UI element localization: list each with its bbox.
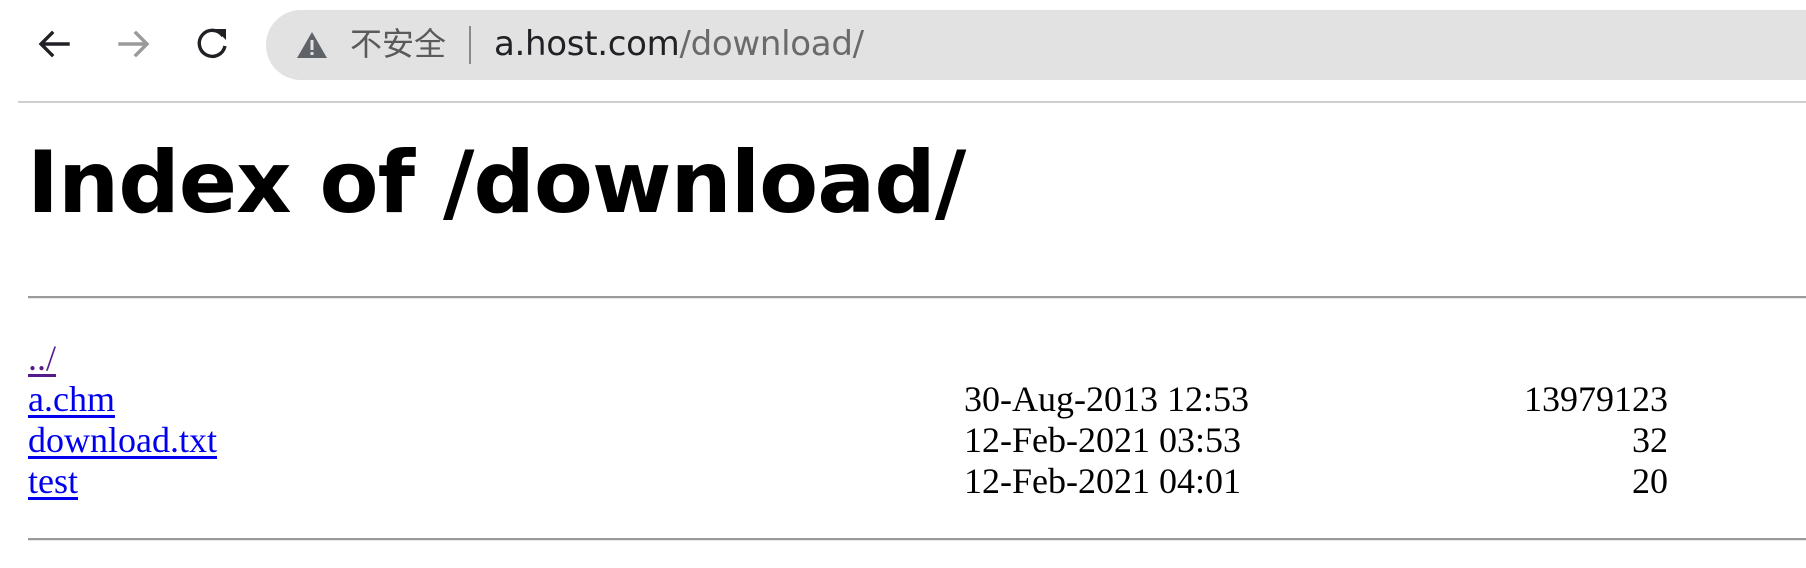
top-divider bbox=[28, 296, 1806, 299]
file-link[interactable]: download.txt bbox=[28, 420, 217, 460]
directory-listing: ../ a.chm 30-Aug-2013 12:53 13979123 dow… bbox=[28, 338, 1668, 502]
file-size: 13979123 bbox=[1524, 379, 1668, 419]
reload-icon bbox=[197, 28, 227, 59]
file-link[interactable]: a.chm bbox=[28, 379, 115, 419]
url-text[interactable]: a.host.com/download/ bbox=[494, 22, 864, 66]
url-path: /download/ bbox=[679, 24, 864, 64]
list-item: a.chm 30-Aug-2013 12:53 13979123 bbox=[28, 379, 1668, 420]
warning-triangle-icon[interactable] bbox=[296, 30, 328, 60]
bottom-divider bbox=[28, 538, 1806, 541]
list-item: download.txt 12-Feb-2021 03:53 32 bbox=[28, 420, 1668, 461]
list-item: ../ bbox=[28, 338, 1668, 379]
url-separator bbox=[469, 26, 471, 64]
file-date: 12-Feb-2021 04:01 bbox=[964, 461, 1241, 501]
browser-toolbar: 不安全 a.host.com/download/ bbox=[0, 0, 1806, 103]
back-button[interactable] bbox=[24, 14, 84, 74]
page-title: Index of /download/ bbox=[27, 133, 966, 233]
list-item: test 12-Feb-2021 04:01 20 bbox=[28, 461, 1668, 502]
forward-button[interactable] bbox=[104, 14, 164, 74]
file-date: 12-Feb-2021 03:53 bbox=[964, 420, 1241, 460]
reload-button[interactable] bbox=[182, 14, 242, 74]
file-date: 30-Aug-2013 12:53 bbox=[964, 379, 1249, 419]
url-host: a.host.com bbox=[494, 24, 680, 64]
security-label[interactable]: 不安全 bbox=[350, 22, 446, 66]
parent-directory-link[interactable]: ../ bbox=[28, 338, 56, 378]
arrow-right-icon bbox=[118, 30, 150, 58]
arrow-left-icon bbox=[38, 30, 70, 58]
file-size: 20 bbox=[1632, 461, 1668, 501]
address-bar[interactable]: 不安全 a.host.com/download/ bbox=[266, 10, 1806, 80]
file-link[interactable]: test bbox=[28, 461, 78, 501]
file-size: 32 bbox=[1632, 420, 1668, 460]
toolbar-divider bbox=[18, 101, 1806, 103]
